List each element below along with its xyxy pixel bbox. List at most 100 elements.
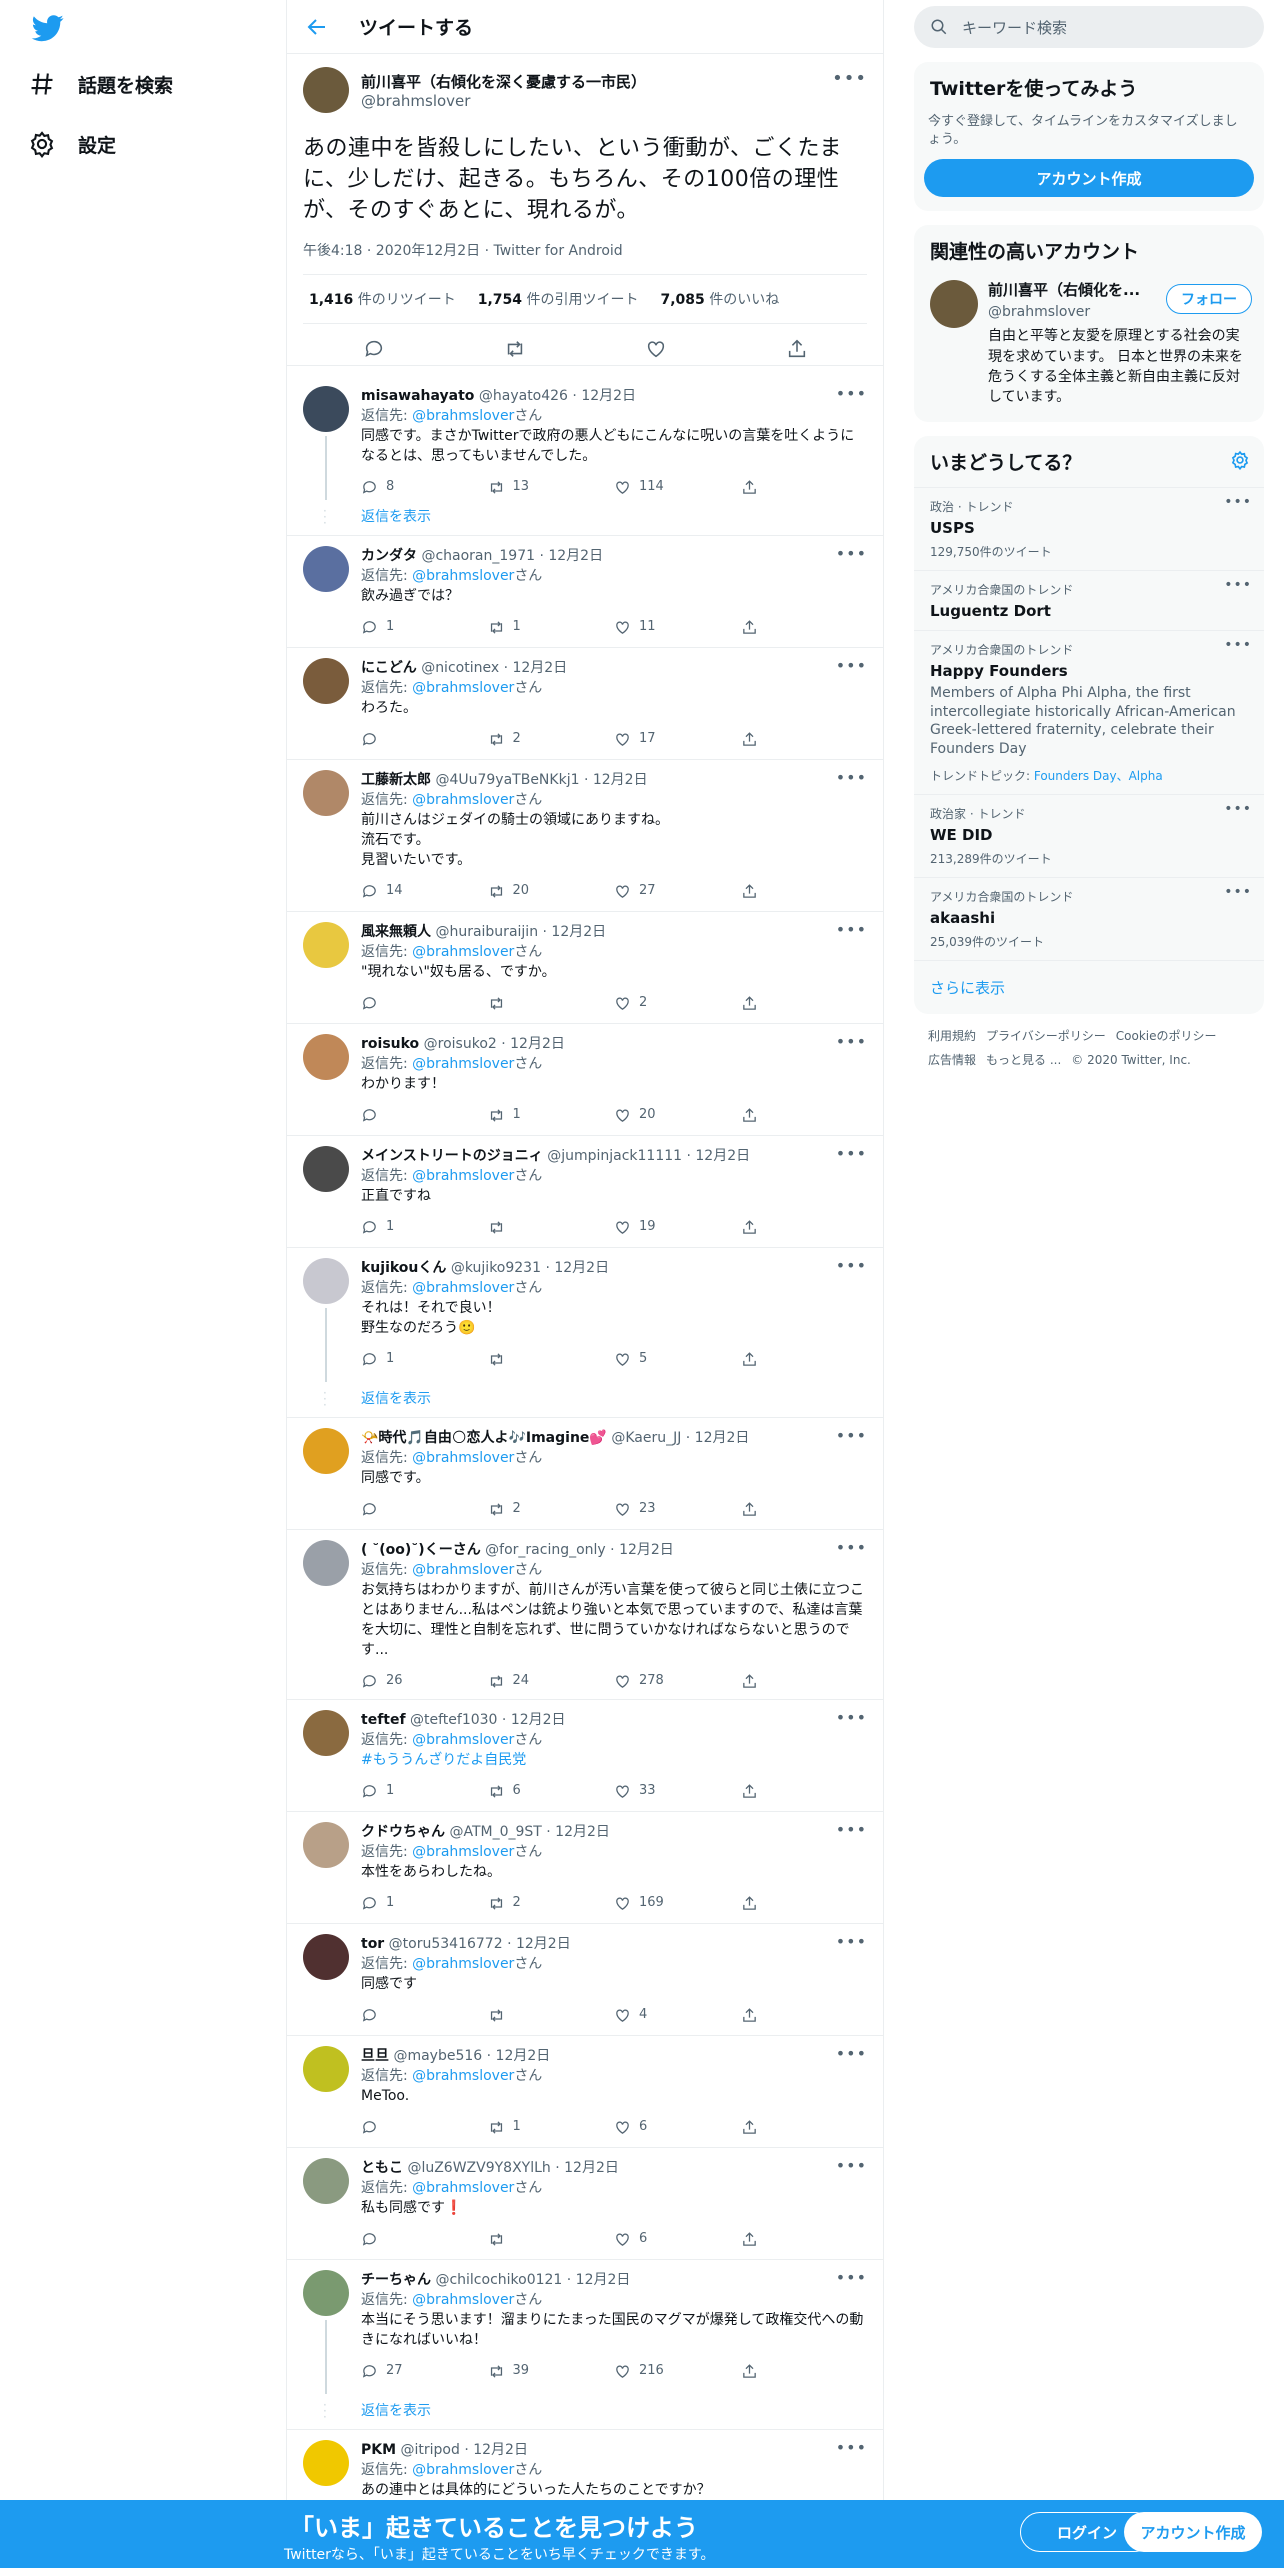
retweet-stat[interactable]: 1,416 件のリツイート xyxy=(309,289,456,309)
reply-to-link[interactable]: @brahmslover xyxy=(412,2180,514,2196)
reply-button[interactable] xyxy=(361,2007,488,2024)
reply-tweet[interactable]: クドウちゃん @ATM_0_9ST · 12月2日 ••• 返信先: @brahms… xyxy=(287,1812,883,1924)
reply-author-handle[interactable]: @Kaeru_JJ xyxy=(611,1430,681,1446)
reply-tweet[interactable]: · · · 返信を表示 kujikouくん @kujiko9231 · 12月2日 •••… xyxy=(287,1248,883,1418)
reply-author-name[interactable]: tor xyxy=(361,1936,384,1952)
more-icon[interactable]: ••• xyxy=(836,1538,867,1558)
share-button[interactable] xyxy=(741,479,868,496)
retweet-button[interactable] xyxy=(488,2231,615,2248)
reply-author-name[interactable]: teftef xyxy=(361,1712,406,1728)
author-name[interactable]: 前川喜平（右傾化を深く憂慮する一市民） xyxy=(361,71,646,92)
avatar[interactable] xyxy=(303,1428,349,1474)
retweet-button[interactable]: 1 xyxy=(488,617,615,637)
show-replies-link[interactable]: 返信を表示 xyxy=(361,506,431,526)
reply-author-name[interactable]: ( ˘(oo)˘)くーさん xyxy=(361,1542,481,1558)
reply-author-name[interactable]: PKM xyxy=(361,2442,396,2458)
reply-to-link[interactable]: @brahmslover xyxy=(412,1450,514,1466)
more-icon[interactable]: ••• xyxy=(836,1708,867,1728)
like-button[interactable]: 33 xyxy=(614,1781,741,1801)
reply-button[interactable] xyxy=(361,1501,488,1518)
footer-link[interactable]: Cookieのポリシー xyxy=(1116,1029,1217,1043)
reply-author-handle[interactable]: @kujiko9231 xyxy=(451,1260,541,1276)
retweet-button[interactable] xyxy=(488,995,615,1012)
twitter-logo-icon[interactable] xyxy=(28,12,68,44)
nav-settings[interactable]: 設定 xyxy=(28,130,116,158)
avatar[interactable] xyxy=(303,1146,349,1192)
avatar[interactable] xyxy=(303,658,349,704)
more-icon[interactable]: ••• xyxy=(836,656,867,676)
reply-date[interactable]: · 12月2日 xyxy=(681,1430,750,1446)
reply-tweet[interactable]: ともこ @luZ6WZV9Y8XYlLh · 12月2日 ••• 返信先: @bra… xyxy=(287,2148,883,2260)
reply-button[interactable]: 1 xyxy=(361,617,488,637)
more-icon[interactable]: ••• xyxy=(836,1256,867,1276)
show-replies-link[interactable]: 返信を表示 xyxy=(361,1388,431,1408)
share-button[interactable] xyxy=(741,619,868,636)
reply-author-handle[interactable]: @roisuko2 xyxy=(424,1036,497,1052)
author-handle[interactable]: @brahmslover xyxy=(361,92,646,110)
reply-author-name[interactable]: ともこ xyxy=(361,2160,403,2176)
reply-tweet[interactable]: teftef @teftef1030 · 12月2日 ••• 返信先: @brahm… xyxy=(287,1700,883,1812)
more-icon[interactable]: ••• xyxy=(836,2438,867,2458)
reply-author-handle[interactable]: @nicotinex xyxy=(421,660,499,676)
reply-date[interactable]: · 12月2日 xyxy=(503,1936,571,1952)
like-button[interactable]: 216 xyxy=(614,2361,741,2381)
share-button[interactable] xyxy=(741,731,868,748)
footer-link[interactable]: 広告情報 xyxy=(928,1053,976,1067)
retweet-button[interactable]: 39 xyxy=(488,2361,615,2381)
more-icon[interactable]: ••• xyxy=(836,920,867,940)
reply-to-link[interactable]: @brahmslover xyxy=(412,792,514,808)
avatar[interactable] xyxy=(303,1934,349,1980)
avatar[interactable] xyxy=(303,546,349,592)
reply-date[interactable]: · 12月2日 xyxy=(562,2272,631,2288)
avatar[interactable] xyxy=(303,386,349,432)
reply-date[interactable]: · 12月2日 xyxy=(580,772,648,788)
nav-explore[interactable]: 話題を検索 xyxy=(28,70,173,98)
reply-date[interactable]: · 12月2日 xyxy=(499,660,568,676)
reply-date[interactable]: · 12月2日 xyxy=(482,2048,551,2064)
reply-author-handle[interactable]: @chilcochiko0121 xyxy=(435,2272,562,2288)
reply-to-link[interactable]: @brahmslover xyxy=(412,2068,514,2084)
reply-author-handle[interactable]: @toru53416772 xyxy=(389,1936,503,1952)
settings-gear-icon[interactable] xyxy=(1230,450,1250,470)
reply-date[interactable]: · 12月2日 xyxy=(460,2442,528,2458)
reply-date[interactable]: · 12月2日 xyxy=(551,2160,619,2176)
more-icon[interactable]: ••• xyxy=(836,768,867,788)
reply-button[interactable] xyxy=(361,2119,488,2136)
reply-tweet[interactable]: ( ˘(oo)˘)くーさん @for_racing_only · 12月2日 ••… xyxy=(287,1530,883,1700)
more-icon[interactable]: ••• xyxy=(836,2044,867,2064)
retweet-button[interactable]: 2 xyxy=(488,1499,615,1519)
like-button[interactable]: 11 xyxy=(614,617,741,637)
share-button[interactable] xyxy=(741,1501,868,1518)
like-button[interactable]: 20 xyxy=(614,1105,741,1125)
reply-author-handle[interactable]: @for_racing_only xyxy=(485,1542,606,1558)
reply-tweet[interactable]: メインストリートのジョニィ @jumpinjack11111 · 12月2日 ••… xyxy=(287,1136,883,1248)
reply-author-handle[interactable]: @maybe516 xyxy=(393,2048,482,2064)
reply-author-handle[interactable]: @jumpinjack11111 xyxy=(547,1148,682,1164)
reply-author-name[interactable]: 工藤新太郎 xyxy=(361,772,431,788)
avatar[interactable] xyxy=(303,1258,349,1304)
avatar[interactable] xyxy=(303,1034,349,1080)
avatar[interactable] xyxy=(303,922,349,968)
reply-tweet[interactable]: roisuko @roisuko2 · 12月2日 ••• 返信先: @brahms… xyxy=(287,1024,883,1136)
more-icon[interactable]: ••• xyxy=(836,544,867,564)
share-button[interactable] xyxy=(741,1107,868,1124)
reply-author-name[interactable]: メインストリートのジョニィ xyxy=(361,1148,543,1164)
retweet-button[interactable] xyxy=(488,1219,615,1236)
share-button[interactable] xyxy=(741,1673,868,1690)
reply-tweet[interactable]: tor @toru53416772 · 12月2日 ••• 返信先: @brahms… xyxy=(287,1924,883,2036)
reply-author-name[interactable]: カンダタ xyxy=(361,548,417,564)
more-icon[interactable]: ••• xyxy=(836,1144,867,1164)
reply-date[interactable]: · 12月2日 xyxy=(682,1148,750,1164)
reply-author-handle[interactable]: @ATM_0_9ST xyxy=(449,1824,541,1840)
more-icon[interactable]: ••• xyxy=(1224,884,1252,900)
reply-to-link[interactable]: @brahmslover xyxy=(412,2292,514,2308)
more-icon[interactable]: ••• xyxy=(836,1426,867,1446)
reply-date[interactable]: · 12月2日 xyxy=(497,1712,566,1728)
reply-author-name[interactable]: misawahayato xyxy=(361,388,474,404)
retweet-button[interactable]: 20 xyxy=(488,881,615,901)
back-arrow-icon[interactable] xyxy=(305,15,329,39)
like-button[interactable]: 114 xyxy=(614,477,741,497)
show-more-link[interactable]: さらに表示 xyxy=(914,960,1264,1014)
reply-button[interactable] xyxy=(361,1107,488,1124)
reply-author-handle[interactable]: @chaoran_1971 xyxy=(421,548,535,564)
